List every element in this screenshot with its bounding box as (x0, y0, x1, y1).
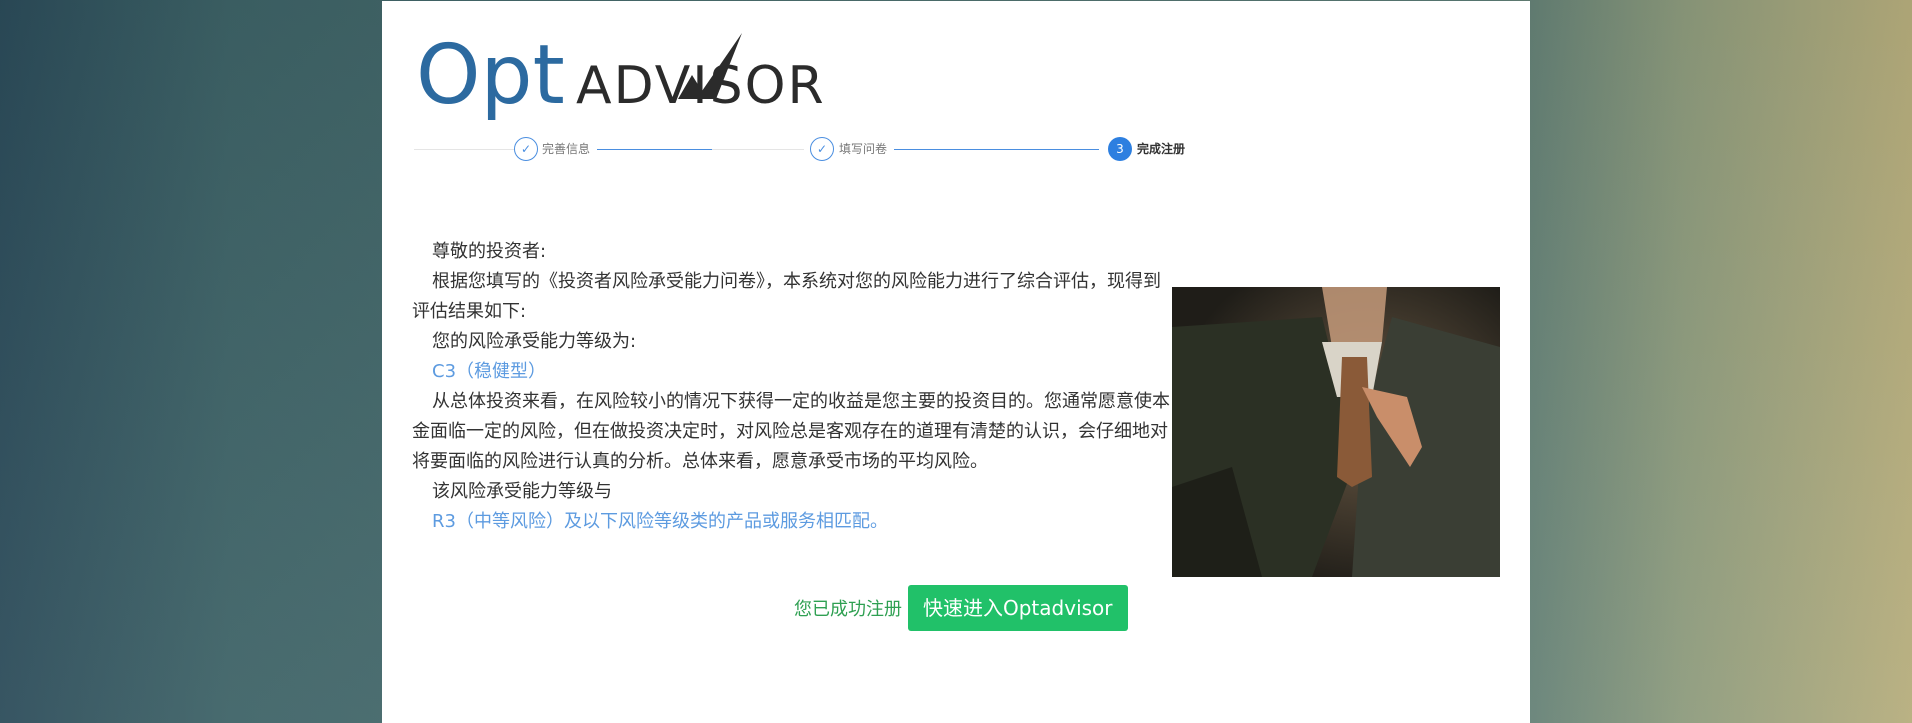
risk-description: 从总体投资来看，在风险较小的情况下获得一定的收益是您主要的投资目的。您通常愿意使… (412, 391, 1170, 472)
step-3-label: 完成注册 (1137, 142, 1186, 156)
step-3-number: 3 (1108, 137, 1132, 161)
logo-advisor-text: ADVISOR (576, 56, 826, 116)
match-prefix-text: 该风险承受能力等级与 (432, 481, 612, 502)
risk-level-label: 您的风险承受能力等级为: (432, 331, 637, 352)
step-1-check-icon: ✓ (514, 137, 538, 161)
step-1-label: 完善信息 (542, 142, 591, 156)
intro-text: 根据您填写的《投资者风险承受能力问卷》，本系统对您的风险能力进行了综合评估，现得… (412, 271, 1161, 322)
match-product-text: R3（中等风险）及以下风险等级类的产品或服务相匹配。 (432, 511, 888, 532)
registration-stepper: ✓ 完善信息 ✓ 填写问卷 3 完成注册 (382, 131, 1530, 171)
registration-panel: Opt ADVISOR ✓ 完善信息 ✓ 填写问卷 3 完成注册 尊敬的投资者:… (382, 1, 1530, 723)
stepper-line (712, 149, 804, 150)
success-message: 您已成功注册 (794, 599, 902, 620)
optadvisor-logo: Opt ADVISOR (416, 28, 826, 123)
stepper-line (414, 149, 514, 150)
success-row: 您已成功注册 快速进入Optadvisor (794, 585, 1128, 631)
assessment-result: 尊敬的投资者: 根据您填写的《投资者风险承受能力问卷》，本系统对您的风险能力进行… (412, 237, 1212, 537)
step-2-label: 填写问卷 (839, 142, 888, 156)
stepper-line (894, 149, 1099, 150)
businessman-photo (1172, 287, 1500, 577)
greeting-text: 尊敬的投资者: (432, 241, 547, 262)
logo-opt-text: Opt (416, 28, 565, 123)
stepper-line (597, 149, 712, 150)
step-2-check-icon: ✓ (810, 137, 834, 161)
risk-level-value: C3（稳健型） (432, 361, 547, 382)
enter-optadvisor-button[interactable]: 快速进入Optadvisor (908, 585, 1128, 631)
